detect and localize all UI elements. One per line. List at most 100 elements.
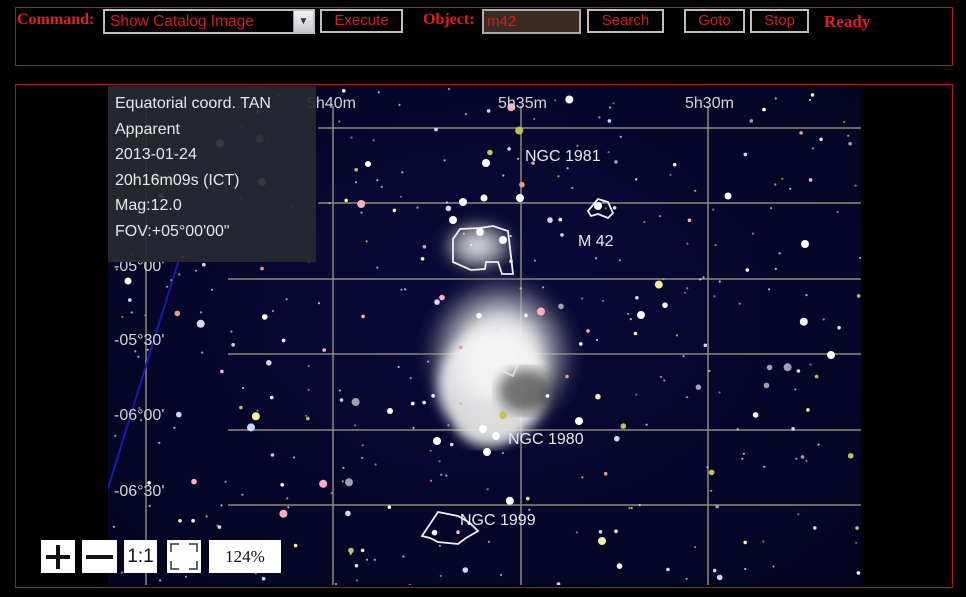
star (628, 506, 631, 510)
goto-button[interactable]: Goto (684, 9, 745, 33)
star (400, 288, 403, 291)
star (239, 405, 243, 410)
star (630, 507, 633, 510)
fit-to-screen-button[interactable] (167, 540, 201, 573)
star (256, 409, 259, 412)
star (345, 478, 353, 487)
star (429, 479, 433, 482)
star (694, 546, 697, 549)
star (742, 452, 746, 455)
star (439, 294, 445, 301)
execute-button[interactable]: Execute (320, 9, 403, 33)
bright-star (492, 432, 500, 440)
star (402, 555, 405, 558)
star (806, 408, 810, 412)
star (614, 529, 618, 534)
star (547, 217, 553, 223)
star (231, 343, 235, 347)
star (662, 278, 665, 281)
star (342, 466, 345, 469)
label-ngc1980[interactable]: NGC 1980 (508, 431, 584, 449)
star (783, 363, 792, 372)
chevron-down-icon[interactable]: ▼ (293, 11, 313, 32)
star (745, 268, 750, 272)
bright-star (483, 448, 491, 456)
zoom-out-button[interactable] (82, 540, 117, 573)
label-m42[interactable]: M 42 (578, 233, 614, 251)
star (545, 394, 550, 398)
star (242, 386, 245, 390)
bright-star (476, 228, 484, 236)
command-select[interactable]: Show Catalog Image ▼ (103, 9, 315, 34)
star (581, 297, 584, 300)
star (328, 202, 331, 205)
star (354, 563, 359, 568)
object-input[interactable]: m42 (482, 9, 581, 34)
star (499, 411, 508, 419)
info-overlay: Equatorial coord. TAN Apparent 2013-01-2… (108, 86, 316, 262)
star (130, 311, 133, 314)
star (805, 459, 808, 463)
star (392, 208, 397, 213)
search-button[interactable]: Search (587, 9, 664, 33)
star (260, 266, 264, 271)
star (305, 414, 308, 417)
star (361, 456, 364, 460)
star (609, 106, 612, 109)
ra-label-3: 5h30m (685, 95, 734, 112)
star (809, 363, 812, 366)
star (686, 287, 689, 290)
star (427, 360, 430, 363)
bright-star (433, 437, 441, 445)
star (445, 201, 448, 204)
bright-star (724, 192, 732, 200)
star (557, 175, 560, 178)
info-time: 20h16m09s (ICT) (115, 171, 240, 189)
star (565, 95, 574, 104)
star (601, 299, 605, 302)
star (387, 505, 392, 510)
star (224, 480, 227, 483)
star (607, 119, 612, 123)
star (856, 294, 861, 298)
star (654, 280, 663, 289)
star (763, 382, 770, 389)
star (281, 338, 286, 343)
star (743, 540, 747, 545)
star (220, 369, 224, 374)
label-ngc1999[interactable]: NGC 1999 (460, 512, 536, 530)
star (196, 319, 205, 328)
star (400, 195, 403, 198)
star (565, 374, 569, 379)
star (749, 119, 754, 123)
star (618, 259, 621, 262)
star (338, 389, 341, 392)
star (847, 134, 850, 137)
star (137, 355, 140, 358)
star (120, 571, 123, 574)
star (772, 565, 775, 568)
star (270, 453, 275, 457)
star (271, 310, 275, 313)
stop-button[interactable]: Stop (750, 9, 809, 33)
star (408, 583, 411, 585)
star (635, 296, 639, 300)
star (307, 364, 310, 368)
star (810, 93, 815, 97)
label-ngc1981[interactable]: NGC 1981 (525, 148, 601, 166)
star (627, 312, 630, 315)
actual-size-button[interactable]: 1:1 (124, 540, 157, 573)
star (595, 393, 601, 400)
zoom-in-button[interactable] (41, 540, 75, 573)
star (716, 574, 723, 581)
star (768, 288, 771, 291)
star (519, 181, 525, 188)
star (342, 89, 346, 93)
star (575, 531, 578, 534)
star (635, 178, 638, 181)
status-text: Ready (824, 12, 871, 31)
star (220, 504, 223, 507)
sky-map[interactable]: 5h40m 5h35m 5h30m -05°00' -05°30' -06°00… (108, 86, 861, 585)
star (148, 504, 151, 507)
star (762, 540, 765, 543)
